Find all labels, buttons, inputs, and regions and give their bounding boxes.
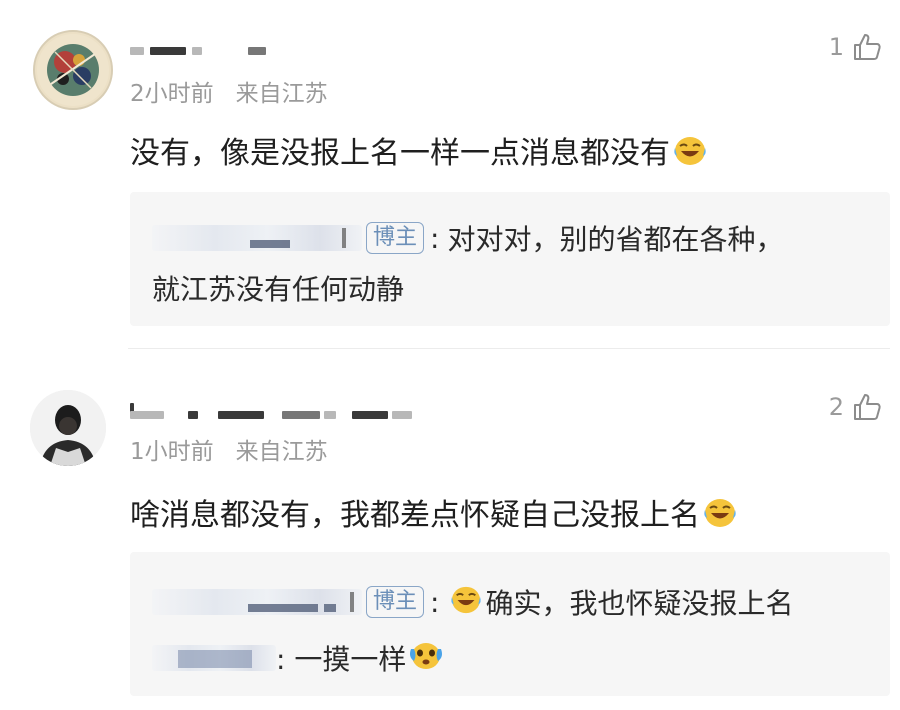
reply-box[interactable]: 博主 : 确实，我也怀疑没报上名 : 一摸一样	[130, 552, 890, 696]
reply-text: 确实，我也怀疑没报上名	[485, 587, 794, 620]
thumbs-up-icon	[854, 34, 881, 60]
avatar[interactable]	[33, 30, 113, 110]
comment-location: 来自江苏	[235, 439, 328, 465]
divider	[128, 348, 890, 349]
reply-text: 对对对，别的省都在各种，	[447, 223, 784, 256]
comment-body: 啥消息都没有，我都差点怀疑自己没报上名	[130, 498, 700, 533]
thumbs-up-icon	[854, 394, 881, 420]
like-button[interactable]: 1	[829, 32, 882, 62]
laugh-cry-emoji	[672, 134, 708, 174]
like-count: 1	[828, 33, 844, 61]
blogger-badge: 博主	[366, 222, 425, 254]
reply-box[interactable]: 博主 : 对对对，别的省都在各种， 就江苏没有任何动静	[130, 192, 890, 326]
like-count: 2	[828, 393, 844, 421]
comment-time: 2小时前	[130, 81, 214, 107]
username-redacted[interactable]	[130, 403, 412, 419]
reply-author-redacted[interactable]	[152, 589, 362, 615]
laugh-cry-emoji	[702, 496, 738, 536]
reply-author-redacted[interactable]	[152, 225, 362, 251]
avatar[interactable]	[30, 390, 106, 466]
reply-text-cont: 就江苏没有任何动静	[152, 273, 405, 306]
comment-meta: 1小时前 来自江苏	[130, 432, 328, 466]
reply-line-1: 博主 : 对对对，别的省都在各种，	[152, 218, 783, 258]
reply-line-1: 博主 : 确实，我也怀疑没报上名	[152, 582, 793, 622]
laugh-cry-emoji	[449, 584, 483, 621]
comment-body: 没有，像是没报上名一样一点消息都没有	[130, 136, 670, 171]
reply-line-2: 就江苏没有任何动静	[152, 268, 404, 308]
comment-time: 1小时前	[130, 439, 214, 465]
nested-reply-text: : 一摸一样	[276, 643, 407, 676]
comment-text: 啥消息都没有，我都差点怀疑自己没报上名	[130, 490, 738, 536]
nested-author-redacted[interactable]	[152, 645, 276, 671]
reply-separator: :	[430, 221, 440, 255]
username-redacted[interactable]	[130, 44, 410, 60]
reply-separator: :	[430, 585, 440, 619]
comment-meta: 2小时前 来自江苏	[130, 74, 328, 108]
reply-line-2: : 一摸一样	[152, 638, 444, 678]
like-button[interactable]: 2	[829, 392, 882, 422]
comment-text: 没有，像是没报上名一样一点消息都没有	[130, 128, 708, 174]
crying-emoji	[408, 639, 444, 678]
comment-location: 来自江苏	[235, 81, 328, 107]
blogger-badge: 博主	[366, 586, 425, 618]
